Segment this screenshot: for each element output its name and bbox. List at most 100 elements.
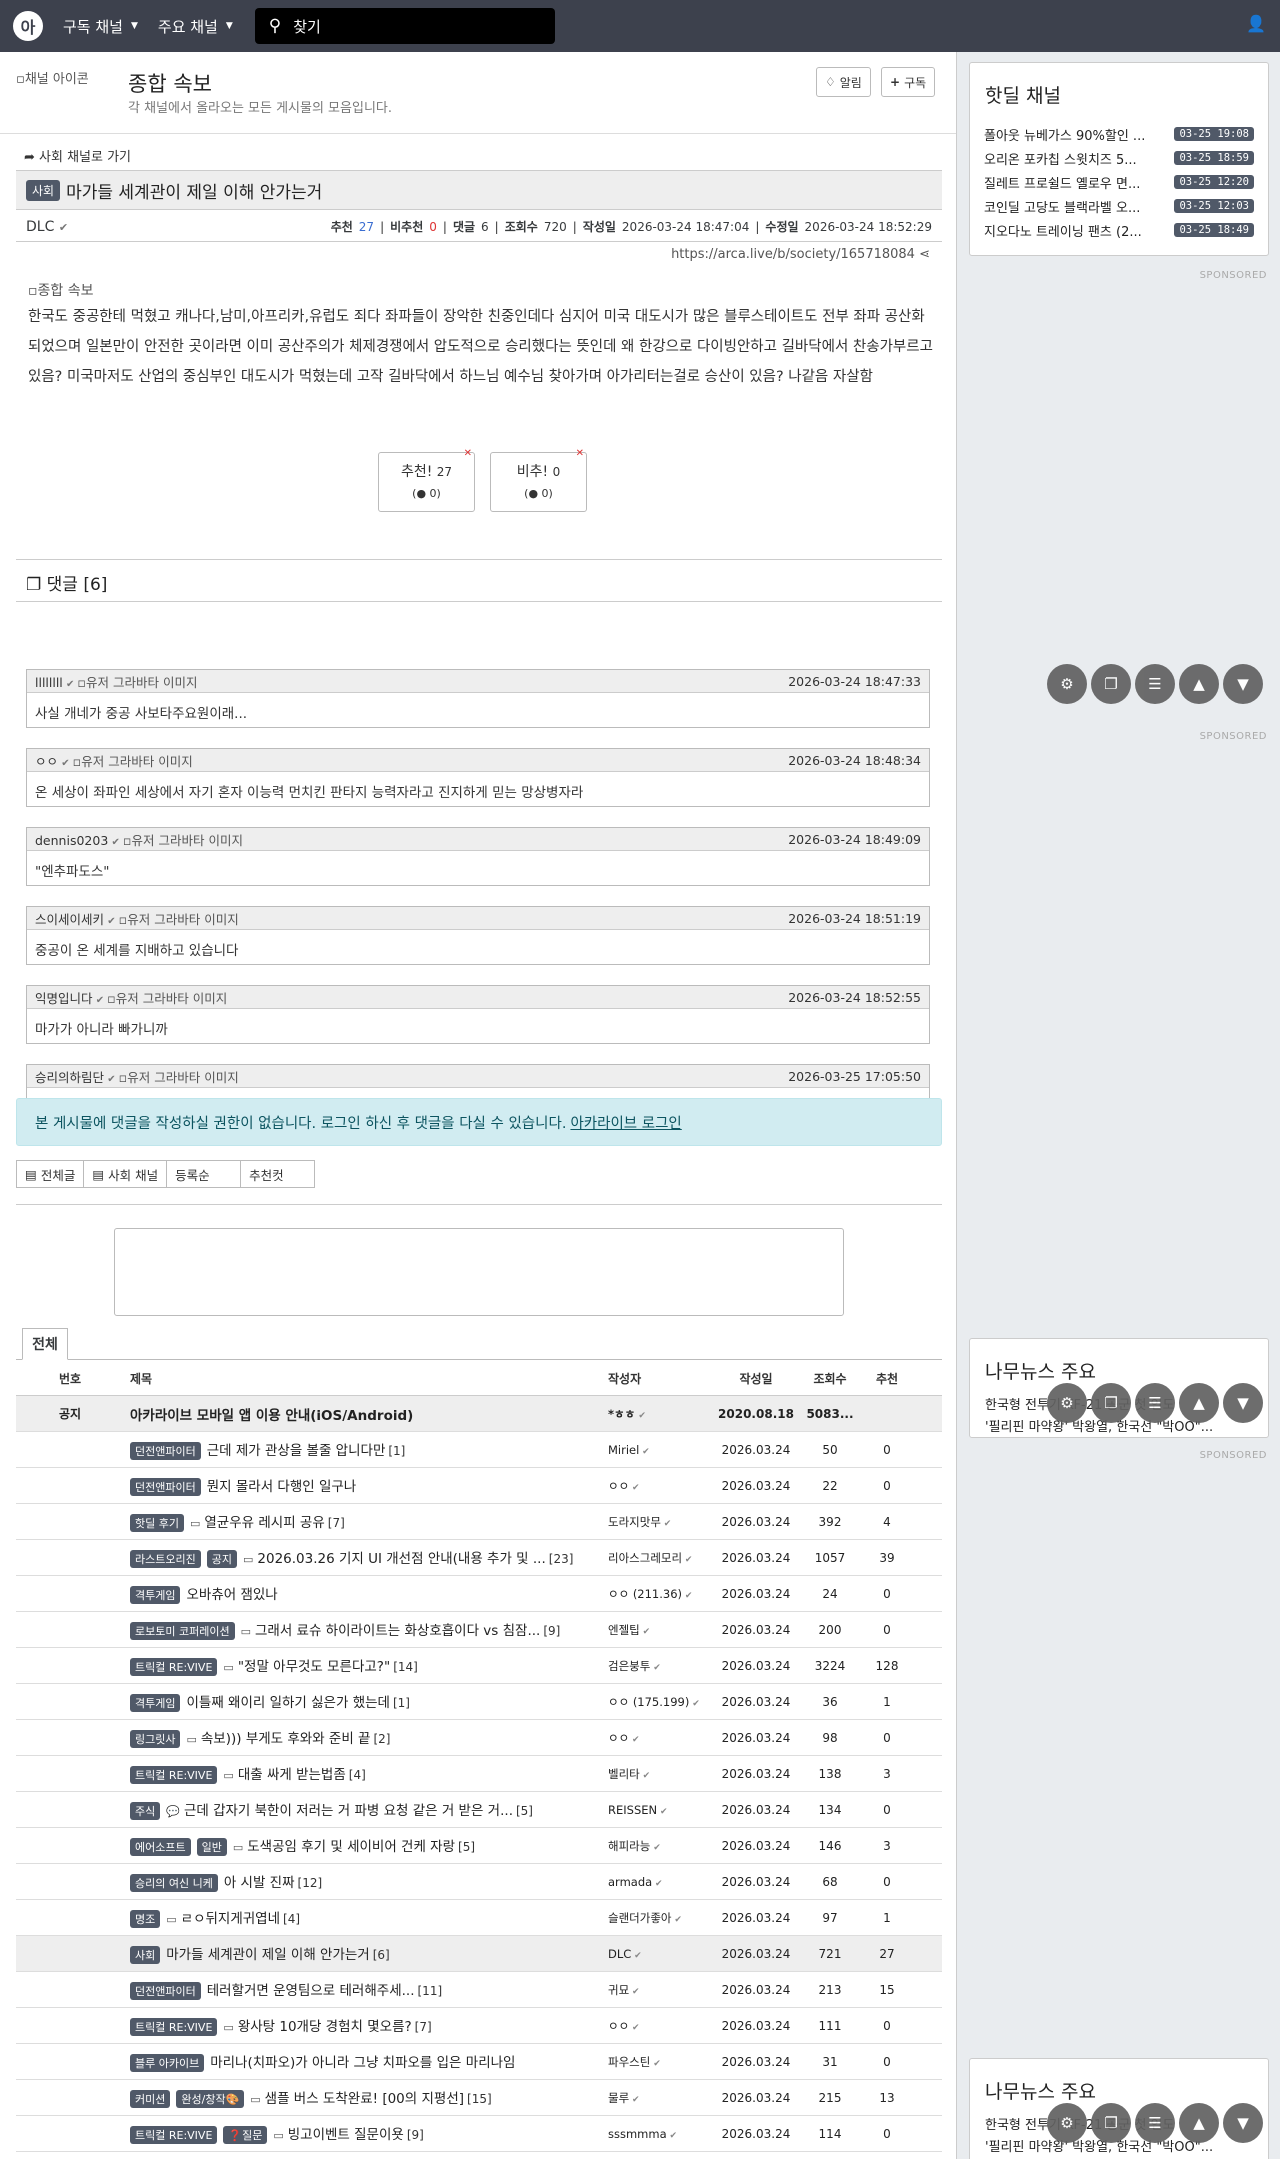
post-title[interactable]: 승리의 여신 니케 아 시발 진짜 [12] [124,1871,594,1892]
post-title[interactable]: 커미션 완성/창작🎨 ▭ 샘플 버스 도착완료! [00의 지평선] [15] [124,2087,594,2108]
subscribe-button[interactable]: + 구독 [881,67,936,97]
gear-icon[interactable]: ⚙ [1047,2103,1087,2143]
post-title[interactable]: 트릭컬 RE:VIVE ❓질문 ▭ 빙고이벤트 질문이욧 [9] [124,2123,594,2144]
table-row[interactable]: 트릭컬 RE:VIVE ▭ 왕사탕 10개당 경험치 몇오름? [7] ㅇㅇ ✔ 2026… [16,2008,942,2044]
post-author[interactable]: sssmmma ✔ [594,2127,717,2141]
comment-author-name[interactable]: 승리의하림단 [35,1070,104,1085]
table-row[interactable]: 커미션 완성/창작🎨 ▭ 샘플 버스 도착완료! [00의 지평선] [15] 물루 ✔ 2… [16,2080,942,2116]
post-author[interactable]: ㅇㅇ ✔ [594,1730,717,1746]
comment-author[interactable]: 승리의하림단 ✔ ▫유저 그라바타 이미지 [35,1067,788,1086]
list-icon[interactable]: ☰ [1135,2103,1175,2143]
table-row[interactable]: 던전앤파이터 근데 제가 관상을 볼줄 압니다만 [1] Miriel ✔ 2026.0… [16,1432,942,1468]
post-title[interactable]: 사회 마가들 세계관이 제일 이해 안가는거 [6] [124,1943,594,1964]
post-author[interactable]: ㅇㅇ ✔ [594,1478,717,1494]
layers-icon[interactable]: ❐ [1091,1383,1131,1423]
table-row[interactable]: 블루 아카이브 마리나(치파오)가 아니라 그냥 치파오를 입은 마리나임 파우스틴… [16,2044,942,2080]
hotdeal-item[interactable]: 오리온 포카칩 스윗치즈 5... 03-25 18:59 [970,146,1268,170]
subscribed-channels-menu[interactable]: 구독 채널 ▼ [63,16,138,37]
layers-icon[interactable]: ❐ [1091,664,1131,704]
channel-tab[interactable]: ▤ 사회 채널 [83,1160,168,1188]
post-author[interactable]: REISSEN ✔ [594,1803,717,1817]
scroll-up-icon[interactable]: ▲ [1179,2103,1219,2143]
table-row[interactable]: 주식 💬 근데 갑자기 북한이 저러는 거 파병 요청 같은 거 받은 거... [5… [16,1792,942,1828]
table-row[interactable]: 라스트오리진 공지 ▭ 2026.03.26 기지 UI 개선점 안내(내용 추가 및… [16,1540,942,1576]
tab-all[interactable]: 전체 [22,1328,68,1360]
hotdeal-item[interactable]: 질레트 프로쉴드 옐로우 면... 03-25 12:20 [970,170,1268,194]
post-title[interactable]: 트릭컬 RE:VIVE ▭ 왕사탕 10개당 경험치 몇오름? [7] [124,2015,594,2036]
comment-author[interactable]: llllllll ✔ ▫유저 그라바타 이미지 [35,672,788,691]
list-icon[interactable]: ☰ [1135,1383,1175,1423]
table-row[interactable]: 격투게임 이틀째 왜이리 일하기 싫은가 했는데 [1] ㅇㅇ (175.199) ✔… [16,1684,942,1720]
post-author[interactable]: 슬랜더가좋아 ✔ [594,1910,717,1926]
hotdeal-item[interactable]: 지오다노 트레이닝 팬츠 (2... 03-25 18:49 [970,218,1268,242]
post-title[interactable]: 명조 ▭ ㄹㅇ뒤지게귀엽네 [4] [124,1907,594,1928]
table-row[interactable]: 던전앤파이터 뭔지 몰라서 다행인 일구나 ㅇㅇ ✔ 2026.03.24 22 0 [16,1468,942,1504]
ad-banner[interactable] [114,1228,844,1316]
post-author[interactable]: DLC ✔ [594,1947,717,1961]
post-title[interactable]: 트릭컬 RE:VIVE ▭ "정말 아무것도 모른다고?" [14] [124,1655,594,1676]
table-row[interactable]: 핫딜 후기 ▭ 열균우유 레시피 공유 [7] 도라지맛무 ✔ 2026.03.24 392… [16,1504,942,1540]
post-title[interactable]: 링그릿사 ▭ 속보))) 부게도 후와와 준비 끝 [2] [124,1727,594,1748]
post-author[interactable]: 해피라능 ✔ [594,1838,717,1854]
search-input[interactable]: ⚲ 찾기 [254,8,555,44]
scroll-down-icon[interactable]: ▼ [1223,664,1263,704]
post-title[interactable]: 로보토미 코퍼레이션 ▭ 그래서 료슈 하이라이트는 화상호흡이다 vs 침잠...… [124,1619,594,1640]
post-author[interactable]: 벨리타 ✔ [594,1766,717,1782]
table-row[interactable]: 격투게임 오바츄어 잼있나 ㅇㅇ (211.36) ✔ 2026.03.24 24 0 [16,1576,942,1612]
list-icon[interactable]: ☰ [1135,664,1175,704]
post-author[interactable]: armada ✔ [594,1875,717,1889]
scroll-down-icon[interactable]: ▼ [1223,1383,1263,1423]
table-row[interactable]: 트릭컬 RE:VIVE ▭ "정말 아무것도 모른다고?" [14] 검은붕투 ✔ 202… [16,1648,942,1684]
recommend-cut-select[interactable]: 추천컷 [240,1160,316,1188]
post-author[interactable]: ㅇㅇ (175.199) ✔ [594,1694,717,1710]
table-row[interactable]: 링그릿사 ▭ 속보))) 부게도 후와와 준비 끝 [2] ㅇㅇ ✔ 2026.03.24… [16,1720,942,1756]
post-title[interactable]: 던전앤파이터 테러할거면 운영팀으로 테러해주세... [11] [124,1979,594,2000]
table-row[interactable]: 에어소프트 일반 ▭ 도색공임 후기 및 세이비어 건케 자랑 [5] 해피라능 ✔ 202… [16,1828,942,1864]
comment-author[interactable]: ㅇㅇ ✔ ▫유저 그라바타 이미지 [35,751,788,770]
post-title[interactable]: 던전앤파이터 근데 제가 관상을 볼줄 압니다만 [1] [124,1439,594,1460]
post-title[interactable]: 격투게임 이틀째 왜이리 일하기 싫은가 했는데 [1] [124,1691,594,1712]
table-row[interactable]: 트릭컬 RE:VIVE ❓질문 ▭ 빙고이벤트 질문이욧 [9] sssmmma ✔ 202… [16,2116,942,2152]
scroll-up-icon[interactable]: ▲ [1179,664,1219,704]
sort-select[interactable]: 등록순 [166,1160,242,1188]
table-row[interactable]: 명조 ▭ ㄹㅇ뒤지게귀엽네 [4] 슬랜더가좋아 ✔ 2026.03.24 97 1 [16,1900,942,1936]
table-row[interactable]: 공지 아카라이브 모바일 앱 이용 안내(iOS/Android) *ㅎㅎ ✔ 202… [16,1396,942,1432]
article-url[interactable]: https://arca.live/b/society/165718084 ⋖ [671,247,930,262]
comment-author[interactable]: 익명입니다 ✔ ▫유저 그라바타 이미지 [35,988,788,1007]
alarm-button[interactable]: ♢ 알림 [816,67,871,97]
post-title[interactable]: 핫딜 후기 ▭ 열균우유 레시피 공유 [7] [124,1511,594,1532]
table-row[interactable]: 트릭컬 RE:VIVE ▭ 대출 싸게 받는법좀 [4] 벨리타 ✔ 2026.03.24… [16,1756,942,1792]
comment-author[interactable]: 스이세이세키 ✔ ▫유저 그라바타 이미지 [35,909,788,928]
comment-author-name[interactable]: dennis0203 [35,833,108,848]
post-title[interactable]: 블루 아카이브 마리나(치파오)가 아니라 그냥 치파오를 입은 마리나임 [124,2051,594,2072]
table-row[interactable]: 사회 마가들 세계관이 제일 이해 안가는거 [6] DLC ✔ 2026.03.24 7… [16,1936,942,1972]
vote-down-button[interactable]: ✕ 비추! 0 (● 0) [490,448,587,512]
layers-icon[interactable]: ❐ [1091,2103,1131,2143]
vote-up-button[interactable]: ✕ 추천! 27 (● 0) [378,448,475,512]
comment-author-name[interactable]: ㅇㅇ [35,754,58,769]
post-author[interactable]: Miriel ✔ [594,1443,717,1457]
post-title[interactable]: 라스트오리진 공지 ▭ 2026.03.26 기지 UI 개선점 안내(내용 추가 및… [124,1547,594,1568]
share-icon[interactable]: ⋖ [919,247,930,262]
comment-author[interactable]: dennis0203 ✔ ▫유저 그라바타 이미지 [35,830,788,849]
user-icon[interactable]: 👤 [1246,14,1266,33]
all-posts-tab[interactable]: ▤ 전체글 [16,1160,85,1188]
back-to-channel-link[interactable]: ➦ 사회 채널로 가기 [24,146,131,165]
post-author[interactable]: 도라지맛무 ✔ [594,1514,717,1530]
post-title[interactable]: 격투게임 오바츄어 잼있나 [124,1583,594,1604]
post-author[interactable]: *ㅎㅎ ✔ [594,1406,717,1422]
post-author[interactable]: 엔젤팁 ✔ [594,1622,717,1638]
comment-author-name[interactable]: llllllll [35,675,63,690]
comment-author-name[interactable]: 익명입니다 [35,991,93,1006]
post-author[interactable]: 파우스틴 ✔ [594,2054,717,2070]
post-author[interactable]: 물루 ✔ [594,2090,717,2106]
login-link[interactable]: 아카라이브 로그인 [570,1112,681,1133]
post-title[interactable]: 주식 💬 근데 갑자기 북한이 저러는 거 파병 요청 같은 거 받은 거... [5… [124,1799,594,1820]
post-author[interactable]: 검은붕투 ✔ [594,1658,717,1674]
site-logo-icon[interactable]: 아 [13,11,43,41]
article-author[interactable]: DLC ✔ [26,219,331,235]
post-title[interactable]: 트릭컬 RE:VIVE ▭ 대출 싸게 받는법좀 [4] [124,1763,594,1784]
table-row[interactable]: 던전앤파이터 테러할거면 운영팀으로 테러해주세... [11] 귀묘 ✔ 2026.0… [16,1972,942,2008]
comment-author-name[interactable]: 스이세이세키 [35,912,104,927]
gear-icon[interactable]: ⚙ [1047,664,1087,704]
